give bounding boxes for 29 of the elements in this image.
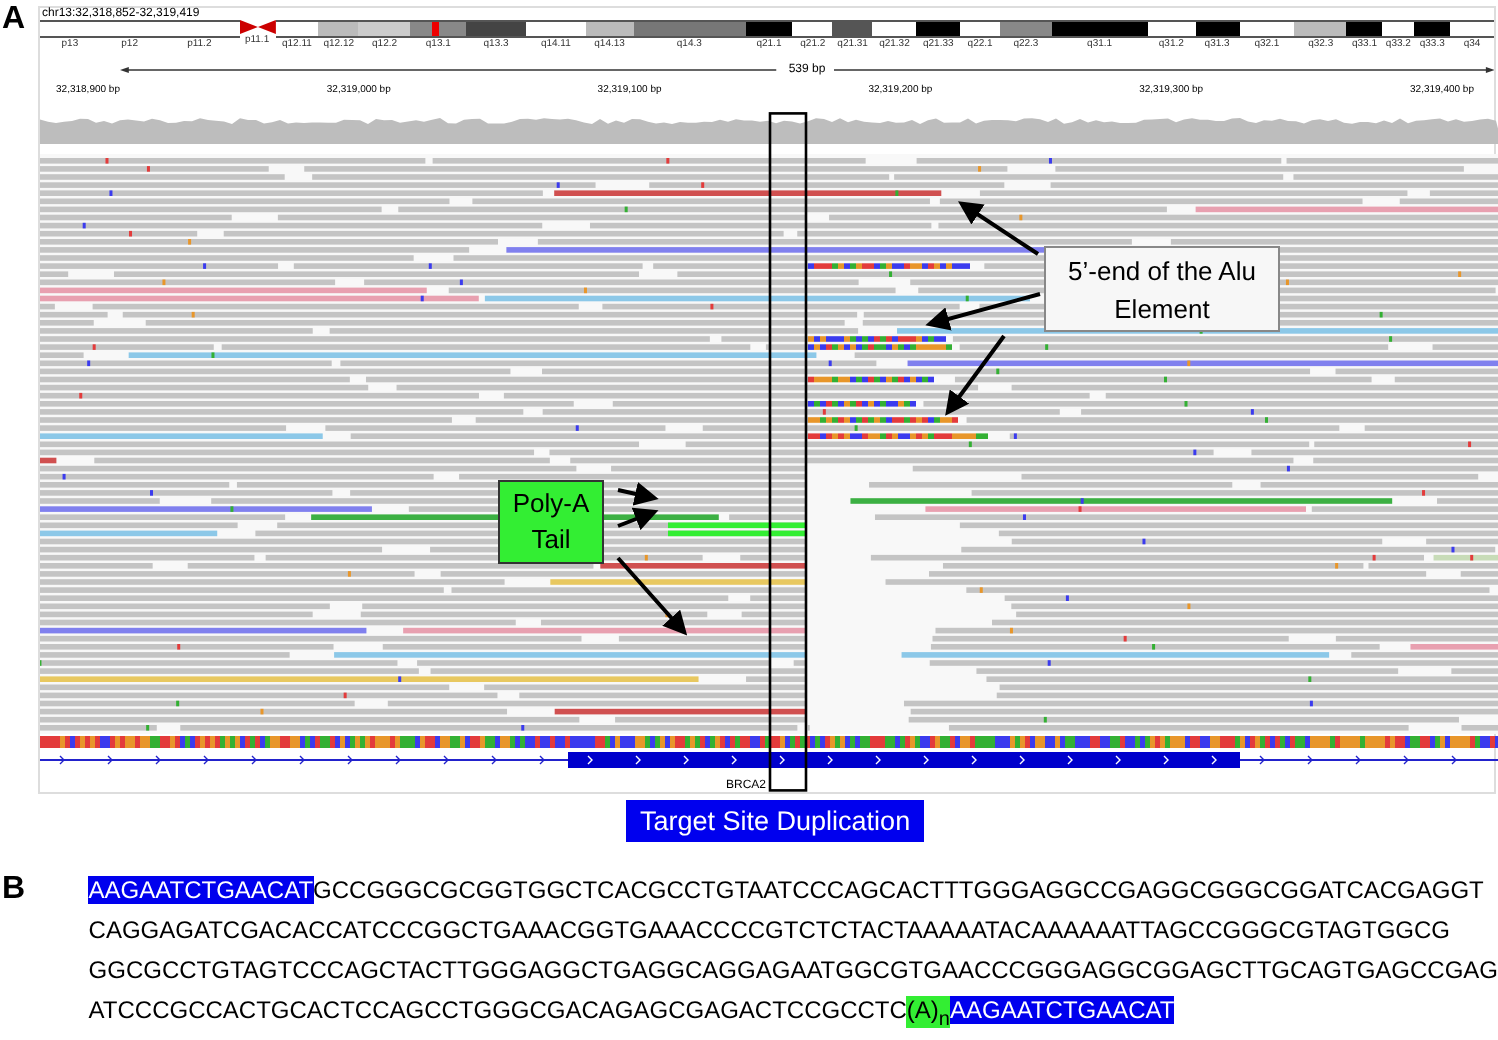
arrow: [616, 556, 688, 636]
chromosome-band[interactable]: [1147, 20, 1196, 38]
panel-label: A: [0, 6, 28, 40]
gene-feature[interactable]: [40, 752, 1498, 768]
sequence-line: ATCCCGCCACTGCACTCCAGCCTGGGCGACAGAGCGAGACTCCGCCTC(A)$_{n}$AAGAATCTGAACAT: [88, 994, 1177, 1035]
chromosome-band[interactable]: [1450, 20, 1494, 38]
target-site-duplication-label: Target Site Duplication: [626, 800, 925, 842]
chromosome-band[interactable]: [525, 20, 586, 38]
chromosome-band[interactable]: [960, 20, 1001, 38]
arrow: [945, 334, 1006, 416]
panel-label: B: [0, 870, 28, 910]
arrow: [958, 201, 1040, 256]
annotation-callout: Poly-A Tail: [498, 480, 604, 564]
sequence-line: AAGAATCTGAACATGCCGGGCGCGGTGGCTCACGCCTGTAATCCCAGCACTTTGGGAGGCCGAGGCGGGCGGATCACGAGGT: [88, 874, 1486, 908]
chromosome-band[interactable]: [1382, 20, 1415, 38]
chromosome-band[interactable]: [792, 20, 833, 38]
chromosome-band[interactable]: [159, 20, 240, 38]
arrow: [617, 507, 659, 531]
sequence-line: GGCGCCTGTAGTCCCAGCTACTTGGGAGGCTGAGGCAGGAGAATGGCGTGAACCCGGGAGGCGGAGCTTGCAGTGAGCCGAG: [88, 954, 1498, 988]
sequence-line: CAGGAGATCGACACCATCCCGGCTGAAACGGTGAAACCCCGTCTCTACTAAAAATACAAAAAATTAGCCGGGCGTAGTGGCG: [88, 914, 1453, 948]
chromosome-band[interactable]: [1346, 20, 1383, 38]
annotation-callout: 5’-end of the Alu Element: [1044, 246, 1280, 332]
arrow: [925, 292, 1041, 331]
arrow: [617, 482, 659, 506]
chromosome-band[interactable]: [40, 20, 100, 38]
chromosome-band[interactable]: [1414, 20, 1451, 38]
chromosome-band[interactable]: [275, 20, 319, 38]
chromosome-band[interactable]: [872, 20, 917, 38]
chromosome-band[interactable]: [1239, 20, 1295, 38]
